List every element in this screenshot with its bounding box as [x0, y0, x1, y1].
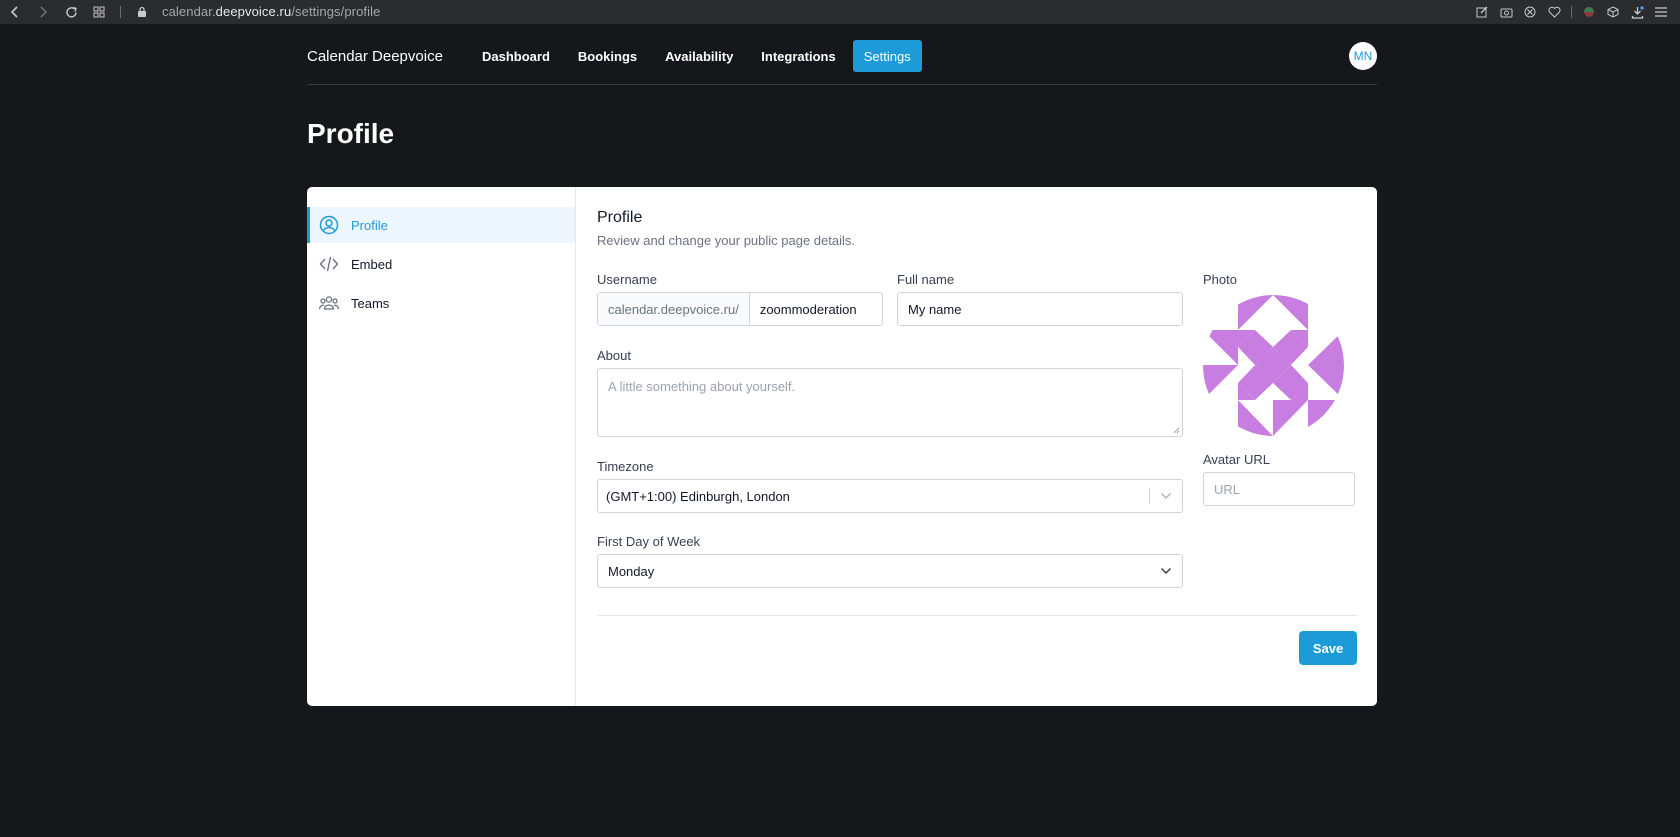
username-label: Username	[597, 272, 657, 287]
about-label: About	[597, 348, 631, 363]
heart-icon[interactable]	[1547, 5, 1561, 19]
sidebar-item-label: Embed	[351, 256, 393, 272]
url-domain: deepvoice.ru	[215, 4, 292, 19]
tabs-grid-icon[interactable]	[92, 5, 106, 19]
username-prefix: calendar.deepvoice.ru/	[598, 293, 750, 325]
settings-sidebar: Profile Embed Teams	[307, 187, 576, 706]
address-bar[interactable]: calendar.deepvoice.ru/settings/profile	[162, 4, 380, 19]
settings-card: Profile Embed Teams Profile Review and c…	[307, 187, 1377, 706]
nav-links: Dashboard Bookings Availability Integrat…	[471, 40, 922, 72]
back-icon[interactable]	[8, 5, 22, 19]
avatar-url-input[interactable]: URL	[1203, 472, 1355, 506]
forward-icon[interactable]	[36, 5, 50, 19]
timezone-value: (GMT+1:00) Edinburgh, London	[606, 488, 790, 504]
timezone-select[interactable]: (GMT+1:00) Edinburgh, London	[597, 479, 1183, 513]
sidebar-item-profile[interactable]: Profile	[307, 207, 575, 243]
fullname-label: Full name	[897, 272, 955, 287]
profile-photo-avatar	[1203, 295, 1344, 436]
top-navigation: Calendar Deepvoice Dashboard Bookings Av…	[307, 40, 1377, 85]
photo-label: Photo	[1203, 272, 1237, 287]
camera-icon[interactable]	[1499, 5, 1513, 19]
edit-icon[interactable]	[1475, 5, 1489, 19]
nav-settings[interactable]: Settings	[852, 40, 922, 72]
toolbar-divider	[1571, 6, 1572, 18]
first-day-select[interactable]: Monday	[597, 554, 1183, 588]
download-icon[interactable]	[1630, 5, 1644, 19]
cube-icon[interactable]	[1606, 5, 1620, 19]
sidebar-item-teams[interactable]: Teams	[307, 285, 575, 321]
sidebar-item-label: Profile	[351, 217, 388, 233]
code-icon	[319, 254, 339, 274]
timezone-label: Timezone	[597, 459, 654, 474]
nav-bookings[interactable]: Bookings	[567, 40, 648, 72]
extension-icon[interactable]	[1582, 5, 1596, 19]
sidebar-item-embed[interactable]: Embed	[307, 246, 575, 282]
avatar-url-label: Avatar URL	[1203, 452, 1270, 467]
first-day-value: Monday	[608, 563, 655, 579]
url-path: /settings/profile	[291, 4, 381, 19]
page-title: Profile	[307, 118, 395, 149]
block-icon[interactable]	[1523, 5, 1537, 19]
nav-integrations[interactable]: Integrations	[750, 40, 846, 72]
about-placeholder: A little something about yourself.	[608, 379, 796, 394]
chevron-down-icon	[1150, 555, 1182, 587]
profile-form: Profile Review and change your public pa…	[597, 187, 1357, 706]
lock-icon	[135, 5, 149, 19]
browser-toolbar: calendar.deepvoice.ru/settings/profile	[0, 0, 1680, 24]
form-divider	[597, 615, 1357, 616]
nav-dashboard[interactable]: Dashboard	[471, 40, 561, 72]
url-prefix: calendar.	[162, 4, 216, 19]
toolbar-divider	[120, 6, 121, 18]
chevron-down-icon[interactable]	[1150, 480, 1182, 512]
nav-availability[interactable]: Availability	[654, 40, 744, 72]
section-title: Profile	[597, 209, 643, 226]
resize-handle-icon[interactable]	[1173, 427, 1180, 434]
sidebar-item-label: Teams	[351, 295, 390, 311]
section-subtitle: Review and change your public page detai…	[597, 233, 856, 248]
about-textarea[interactable]: A little something about yourself.	[597, 368, 1183, 437]
users-icon	[319, 293, 339, 313]
save-button[interactable]: Save	[1299, 631, 1357, 665]
menu-icon[interactable]	[1654, 5, 1668, 19]
username-field: calendar.deepvoice.ru/ zoommoderation	[597, 292, 883, 326]
fullname-input[interactable]: My name	[897, 292, 1183, 326]
reload-icon[interactable]	[64, 5, 78, 19]
avatar-url-placeholder: URL	[1214, 481, 1241, 497]
user-avatar[interactable]: MN	[1349, 42, 1377, 70]
app-brand[interactable]: Calendar Deepvoice	[307, 48, 443, 65]
user-circle-icon	[319, 215, 339, 235]
first-day-label: First Day of Week	[597, 534, 701, 549]
username-input[interactable]: zoommoderation	[750, 302, 867, 317]
fullname-value: My name	[908, 301, 962, 317]
